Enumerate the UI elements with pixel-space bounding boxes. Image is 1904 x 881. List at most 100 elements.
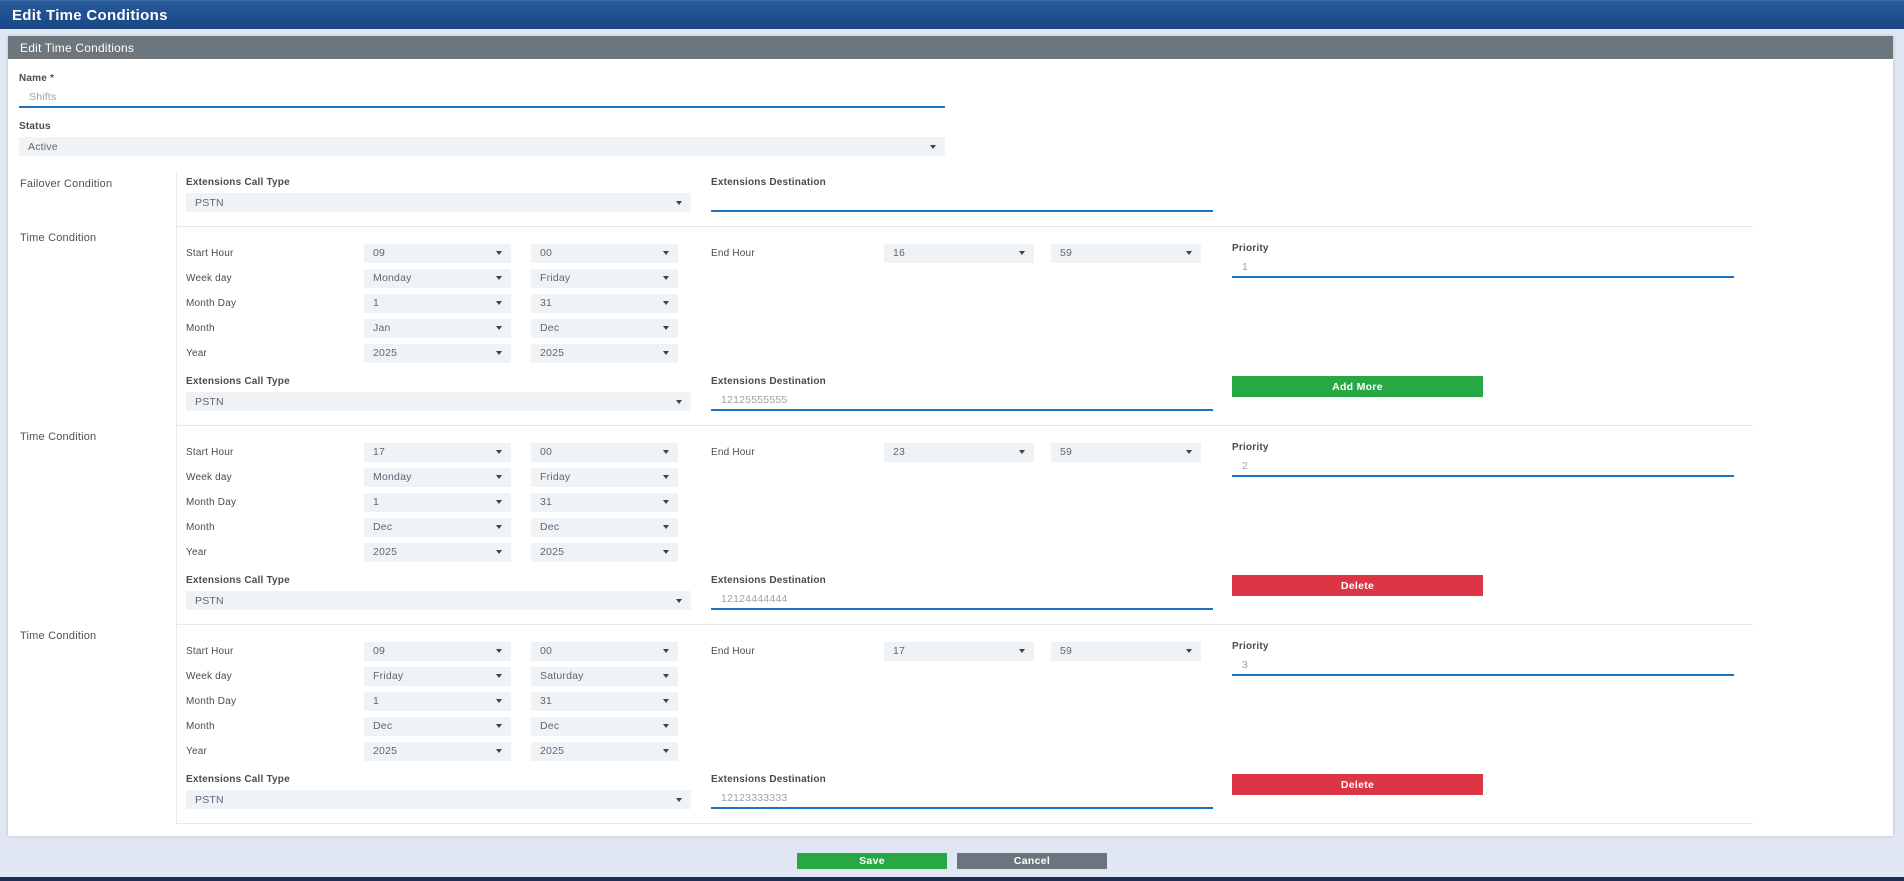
week-day-to-select[interactable]: Friday — [531, 468, 678, 487]
month-from-select[interactable]: Dec — [364, 717, 511, 736]
time-condition-title: Time Condition — [19, 227, 176, 426]
chevron-down-icon — [496, 674, 502, 678]
priority-input[interactable]: 3 — [1232, 657, 1734, 676]
priority-input[interactable]: 1 — [1232, 259, 1734, 278]
delete-button[interactable]: Delete — [1232, 575, 1483, 596]
start-hour-select[interactable]: 09 — [364, 642, 511, 661]
time-condition-fields: Start Hour 17 00 Week day Monday Friday … — [176, 426, 1753, 625]
start-minute-select[interactable]: 00 — [531, 443, 678, 462]
time-condition-section-3: Time Condition Start Hour 09 00 Week day… — [19, 625, 1882, 824]
end-hour-label: End Hour — [711, 447, 884, 458]
chevron-down-icon — [496, 351, 502, 355]
month-to-select[interactable]: Dec — [531, 717, 678, 736]
chevron-down-icon — [663, 550, 669, 554]
start-hour-label: Start Hour — [186, 447, 364, 458]
chevron-down-icon — [496, 749, 502, 753]
end-minute-select[interactable]: 59 — [1051, 642, 1201, 661]
chevron-down-icon — [663, 276, 669, 280]
status-select[interactable]: Active — [19, 137, 945, 156]
end-minute-select[interactable]: 59 — [1051, 443, 1201, 462]
month-from-select[interactable]: Jan — [364, 319, 511, 338]
chevron-down-icon — [496, 525, 502, 529]
start-hour-select[interactable]: 17 — [364, 443, 511, 462]
call-type-select[interactable]: PSTN — [186, 790, 691, 809]
save-button[interactable]: Save — [797, 853, 947, 869]
month-day-from-select[interactable]: 1 — [364, 294, 511, 313]
destination-input[interactable]: 12123333333 — [711, 790, 1213, 809]
call-type-label: Extensions Call Type — [186, 575, 691, 586]
year-to-select[interactable]: 2025 — [531, 742, 678, 761]
month-day-from-select[interactable]: 1 — [364, 692, 511, 711]
chevron-down-icon — [496, 450, 502, 454]
week-day-to-select[interactable]: Saturday — [531, 667, 678, 686]
cancel-button[interactable]: Cancel — [957, 853, 1107, 869]
end-minute-select[interactable]: 59 — [1051, 244, 1201, 263]
time-condition-title: Time Condition — [19, 426, 176, 625]
start-minute-select[interactable]: 00 — [531, 642, 678, 661]
chevron-down-icon — [676, 201, 682, 205]
name-input[interactable]: Shifts — [19, 89, 945, 108]
bottom-edge-bar — [0, 877, 1904, 881]
failover-condition-section: Failover Condition Extensions Call Type … — [19, 173, 1882, 227]
name-block: Name * Shifts — [19, 73, 1882, 108]
year-from-select[interactable]: 2025 — [364, 742, 511, 761]
status-label: Status — [19, 121, 1882, 132]
week-day-to-select[interactable]: Friday — [531, 269, 678, 288]
month-day-label: Month Day — [186, 298, 364, 309]
footer-actions: Save Cancel — [0, 853, 1904, 869]
destination-input[interactable]: 12124444444 — [711, 591, 1213, 610]
chevron-down-icon — [663, 724, 669, 728]
start-hour-select[interactable]: 09 — [364, 244, 511, 263]
week-day-label: Week day — [186, 273, 364, 284]
priority-input[interactable]: 2 — [1232, 458, 1734, 477]
week-day-from-select[interactable]: Monday — [364, 269, 511, 288]
failover-call-type-select[interactable]: PSTN — [186, 193, 691, 212]
chevron-down-icon — [1186, 251, 1192, 255]
edit-time-conditions-card: Edit Time Conditions Name * Shifts Statu… — [8, 36, 1893, 836]
chevron-down-icon — [676, 400, 682, 404]
call-type-select[interactable]: PSTN — [186, 591, 691, 610]
chevron-down-icon — [496, 550, 502, 554]
month-to-select[interactable]: Dec — [531, 518, 678, 537]
time-condition-fields: Start Hour 09 00 Week day Friday Saturda… — [176, 625, 1753, 824]
year-from-select[interactable]: 2025 — [364, 344, 511, 363]
destination-input[interactable]: 12125555555 — [711, 392, 1213, 411]
year-from-select[interactable]: 2025 — [364, 543, 511, 562]
month-from-select[interactable]: Dec — [364, 518, 511, 537]
week-day-from-select[interactable]: Friday — [364, 667, 511, 686]
card-header: Edit Time Conditions — [8, 36, 1893, 59]
chevron-down-icon — [663, 649, 669, 653]
month-day-to-select[interactable]: 31 — [531, 294, 678, 313]
end-hour-select[interactable]: 17 — [884, 642, 1034, 661]
chevron-down-icon — [496, 649, 502, 653]
chevron-down-icon — [496, 699, 502, 703]
week-day-label: Week day — [186, 472, 364, 483]
year-to-select[interactable]: 2025 — [531, 344, 678, 363]
week-day-from-select[interactable]: Monday — [364, 468, 511, 487]
delete-button[interactable]: Delete — [1232, 774, 1483, 795]
call-type-label: Extensions Call Type — [186, 774, 691, 785]
year-label: Year — [186, 746, 364, 757]
chevron-down-icon — [496, 276, 502, 280]
chevron-down-icon — [496, 475, 502, 479]
end-hour-select[interactable]: 23 — [884, 443, 1034, 462]
destination-label: Extensions Destination — [711, 376, 1213, 387]
status-value: Active — [28, 141, 58, 153]
failover-destination-input[interactable] — [711, 193, 1213, 212]
time-condition-section-1: Time Condition Start Hour 09 00 Week day… — [19, 227, 1882, 426]
month-label: Month — [186, 721, 364, 732]
destination-label: Extensions Destination — [711, 575, 1213, 586]
month-to-select[interactable]: Dec — [531, 319, 678, 338]
month-day-to-select[interactable]: 31 — [531, 493, 678, 512]
add-more-button[interactable]: Add More — [1232, 376, 1483, 397]
month-day-from-select[interactable]: 1 — [364, 493, 511, 512]
chevron-down-icon — [663, 500, 669, 504]
chevron-down-icon — [930, 145, 936, 149]
end-hour-select[interactable]: 16 — [884, 244, 1034, 263]
month-label: Month — [186, 522, 364, 533]
call-type-select[interactable]: PSTN — [186, 392, 691, 411]
month-day-to-select[interactable]: 31 — [531, 692, 678, 711]
start-minute-select[interactable]: 00 — [531, 244, 678, 263]
failover-call-type-value: PSTN — [195, 197, 224, 209]
year-to-select[interactable]: 2025 — [531, 543, 678, 562]
